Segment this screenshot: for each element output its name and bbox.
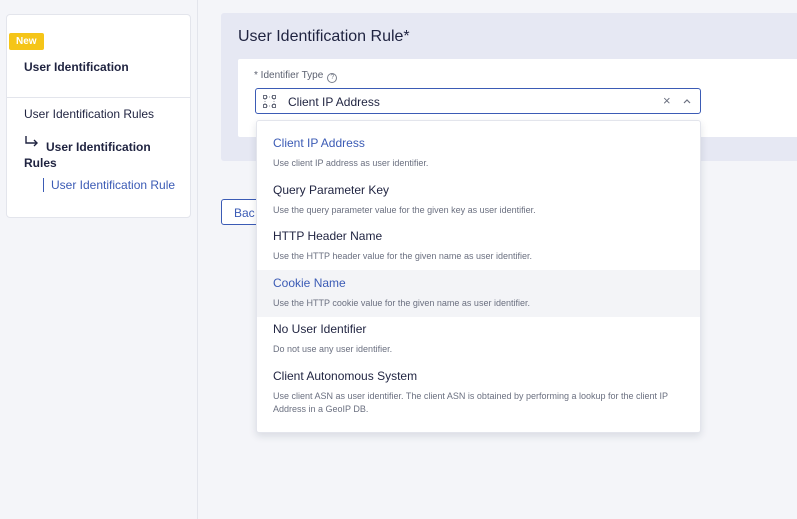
- help-icon[interactable]: ?: [327, 73, 338, 83]
- option-description: Use the HTTP cookie value for the given …: [273, 298, 530, 308]
- option-label: Client IP Address: [273, 136, 365, 150]
- identifier-type-select[interactable]: Client IP Address ×: [255, 88, 701, 114]
- divider: [7, 97, 190, 98]
- identifier-type-dropdown: Client IP Address Use client IP address …: [256, 120, 701, 433]
- option-label: Client Autonomous System: [273, 369, 418, 383]
- sidebar-item-user-identification-rules[interactable]: User Identification Rules: [24, 107, 154, 121]
- identifier-type-label-text: * Identifier Type: [254, 70, 324, 81]
- option-label: HTTP Header Name: [273, 229, 383, 243]
- new-badge: New: [9, 33, 44, 50]
- option-label: Cookie Name: [273, 276, 346, 290]
- option-description: Use client ASN as user identifier. The c…: [273, 391, 668, 414]
- clear-icon[interactable]: ×: [663, 93, 671, 108]
- identifier-type-label: * Identifier Type?: [254, 70, 338, 83]
- option-query-parameter-key[interactable]: Query Parameter Key Use the query parame…: [257, 183, 700, 217]
- option-label: No User Identifier: [273, 322, 367, 336]
- sidebar-item-user-identification-rule[interactable]: User Identification Rule: [43, 178, 175, 192]
- page-title: User Identification Rule*: [238, 28, 410, 45]
- option-client-ip-address[interactable]: Client IP Address Use client IP address …: [257, 136, 700, 170]
- sidebar-title[interactable]: User Identification: [24, 60, 129, 74]
- option-no-user-identifier[interactable]: No User Identifier Do not use any user i…: [257, 322, 700, 356]
- option-description: Use client IP address as user identifier…: [273, 158, 429, 168]
- option-label: Query Parameter Key: [273, 183, 390, 197]
- network-nodes-icon: [263, 95, 276, 108]
- sidebar-card: New User Identification User Identificat…: [6, 14, 191, 218]
- left-column: New User Identification User Identificat…: [0, 0, 198, 519]
- option-description: Use the query parameter value for the gi…: [273, 205, 536, 215]
- option-description: Use the HTTP header value for the given …: [273, 251, 532, 261]
- selected-value: Client IP Address: [288, 95, 380, 109]
- option-description: Do not use any user identifier.: [273, 344, 393, 354]
- option-http-header-name[interactable]: HTTP Header Name Use the HTTP header val…: [257, 229, 700, 263]
- option-client-autonomous-system[interactable]: Client Autonomous System Use client ASN …: [257, 369, 700, 416]
- option-cookie-name[interactable]: Cookie Name Use the HTTP cookie value fo…: [257, 270, 700, 317]
- sidebar-item-current[interactable]: User Identification Rules: [24, 139, 174, 171]
- chevron-up-icon[interactable]: [682, 94, 692, 108]
